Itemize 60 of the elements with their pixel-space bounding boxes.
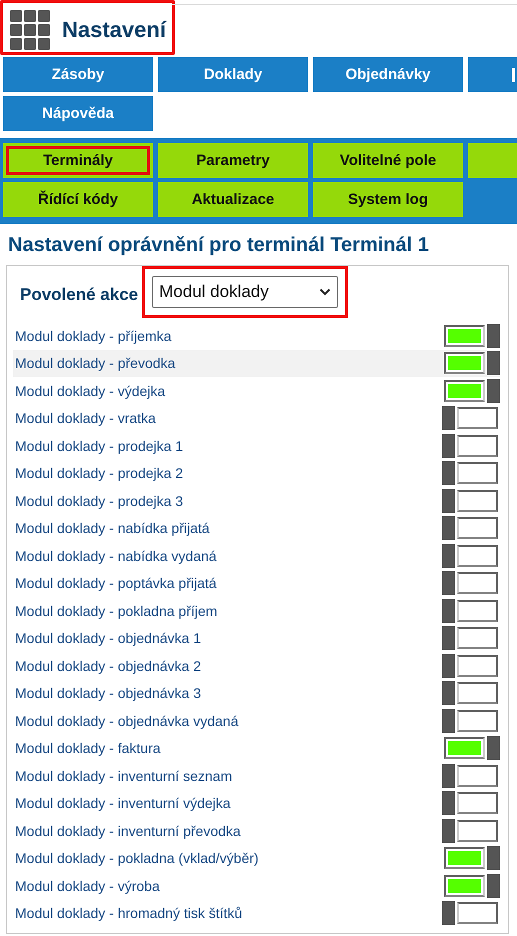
- app-grid-icon[interactable]: [10, 10, 50, 50]
- tab[interactable]: Řídící kódy: [3, 182, 153, 217]
- toggle-switch[interactable]: [442, 544, 500, 568]
- permission-label: Modul doklady - poptávka přijatá: [15, 575, 217, 592]
- toggle-switch[interactable]: [442, 461, 500, 486]
- toggle-switch[interactable]: [442, 736, 500, 760]
- tab[interactable]: Parametry: [158, 143, 308, 178]
- permission-label: Modul doklady - objednávka 1: [15, 630, 202, 646]
- permission-label: Modul doklady - pokladna příjem: [15, 602, 218, 619]
- toggle-switch[interactable]: [442, 351, 500, 376]
- nav-button[interactable]: Nápověda: [3, 96, 153, 131]
- permission-label: Modul doklady - prodejka 1: [15, 438, 184, 454]
- tab[interactable]: Aktualizace: [158, 182, 308, 217]
- toggle-switch[interactable]: [442, 901, 500, 926]
- nav-button[interactable]: Zásoby: [3, 57, 153, 92]
- nav-button[interactable]: Doklady: [158, 57, 308, 92]
- toggle-switch[interactable]: [442, 764, 500, 788]
- permission-label: Modul doklady - objednávka vydaná: [15, 712, 238, 729]
- page-title: Nastavení: [62, 17, 166, 43]
- toggle-switch[interactable]: [442, 818, 500, 843]
- permission-label: Modul doklady - hromadný tisk štítků: [15, 905, 242, 922]
- permission-label: Modul doklady - příjemka: [15, 328, 172, 344]
- toggle-switch[interactable]: [442, 378, 500, 403]
- toggle-switch[interactable]: [442, 434, 500, 458]
- toggle-switch[interactable]: [442, 598, 500, 623]
- permission-label: Modul doklady - prodejka 2: [15, 465, 184, 482]
- permission-label: Modul doklady - prodejka 3: [15, 492, 184, 509]
- toggle-switch[interactable]: [442, 324, 500, 348]
- module-dropdown[interactable]: Modul doklady: [152, 276, 338, 308]
- toggle-switch[interactable]: [442, 654, 500, 678]
- permission-label: Modul doklady - nabídka vydaná: [15, 548, 217, 564]
- nav-button[interactable]: Objednávky: [313, 57, 463, 92]
- tab[interactable]: Volitelné pole: [313, 143, 463, 178]
- chevron-down-icon: [319, 288, 332, 296]
- permission-label: Modul doklady - nabídka přijatá: [15, 520, 210, 536]
- toggle-switch[interactable]: [442, 626, 500, 650]
- filter-label: Povolené akce: [20, 285, 138, 305]
- permission-label: Modul doklady - objednávka 2: [15, 658, 202, 674]
- permission-label: Modul doklady - inventurní výdejka: [15, 795, 231, 812]
- toggle-switch[interactable]: [442, 488, 500, 513]
- permission-label: Modul doklady - výroba: [15, 878, 160, 894]
- toggle-switch[interactable]: [442, 791, 500, 816]
- tab[interactable]: System log: [313, 182, 463, 217]
- tab[interactable]: Terminály: [3, 143, 153, 178]
- permission-label: Modul doklady - převodka: [15, 355, 176, 372]
- section-heading: Nastavení oprávnění pro terminál Terminál 1: [8, 234, 430, 257]
- permission-label: Modul doklady - pokladna (vklad/výběr): [15, 850, 259, 866]
- toggle-switch[interactable]: [442, 874, 500, 898]
- toggle-switch[interactable]: [442, 571, 500, 596]
- permission-label: Modul doklady - faktura: [15, 740, 161, 756]
- permission-label: Modul doklady - objednávka 3: [15, 685, 202, 702]
- toggle-switch[interactable]: [442, 681, 500, 706]
- permission-label: Modul doklady - výdejka: [15, 382, 166, 399]
- toggle-switch[interactable]: [442, 516, 500, 540]
- permission-label: Modul doklady - vratka: [15, 410, 156, 426]
- toggle-switch[interactable]: [442, 708, 500, 733]
- toggle-switch[interactable]: [442, 406, 500, 430]
- permission-label: Modul doklady - inventurní převodka: [15, 822, 241, 839]
- permission-label: Modul doklady - inventurní seznam: [15, 768, 232, 784]
- toggle-switch[interactable]: [442, 846, 500, 870]
